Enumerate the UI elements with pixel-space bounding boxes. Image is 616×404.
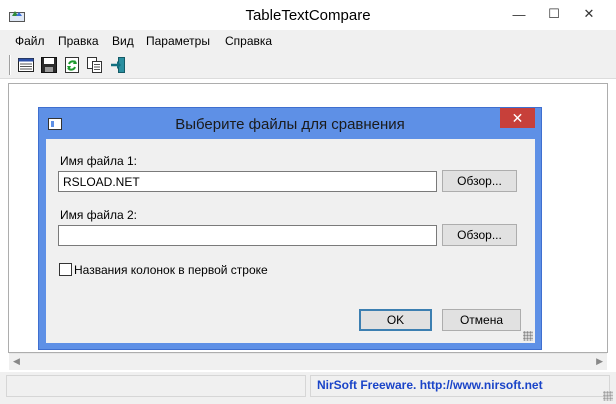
cancel-button[interactable]: Отмена — [442, 309, 521, 331]
dialog-resize-grip[interactable] — [523, 331, 533, 341]
scroll-right-icon[interactable]: ▶ — [596, 356, 603, 367]
select-files-dialog: Выберите файлы для сравнения ✕ Имя файла… — [38, 107, 542, 350]
copy-icon[interactable] — [86, 56, 104, 74]
toolbar-grip[interactable] — [9, 55, 11, 75]
file2-label: Имя файла 2: — [60, 208, 137, 222]
exit-icon[interactable] — [109, 56, 127, 74]
close-button[interactable]: ✕ — [572, 0, 606, 28]
maximize-button[interactable]: ☐ — [537, 0, 571, 28]
scroll-left-icon[interactable]: ◀ — [13, 356, 20, 367]
dialog-title: Выберите файлы для сравнения — [175, 116, 405, 133]
menu-options[interactable]: Параметры — [146, 34, 210, 48]
menu-edit[interactable]: Правка — [58, 34, 99, 48]
resize-grip[interactable] — [603, 391, 613, 401]
horizontal-scrollbar[interactable]: ◀ ▶ — [9, 353, 607, 370]
menu-file[interactable]: Файл — [15, 34, 45, 48]
nirsoft-link[interactable]: NirSoft Freeware. http://www.nirsoft.net — [317, 378, 543, 392]
file1-input[interactable] — [58, 171, 437, 192]
header-row-checkbox-label[interactable]: Названия колонок в первой строке — [74, 263, 268, 277]
dialog-close-button[interactable]: ✕ — [500, 108, 535, 128]
refresh-icon[interactable] — [63, 56, 81, 74]
header-row-checkbox[interactable] — [59, 263, 72, 276]
menu-view[interactable]: Вид — [112, 34, 134, 48]
file1-label: Имя файла 1: — [60, 154, 137, 168]
table-view-icon[interactable] — [17, 56, 35, 74]
status-bar: NirSoft Freeware. http://www.nirsoft.net — [0, 372, 616, 404]
minimize-button[interactable]: — — [502, 0, 536, 28]
menu-help[interactable]: Справка — [225, 34, 272, 48]
menu-bar: Файл Правка Вид Параметры Справка — [0, 31, 616, 51]
ok-button[interactable]: OK — [359, 309, 432, 331]
browse-file1-button[interactable]: Обзор... — [442, 170, 517, 192]
browse-file2-button[interactable]: Обзор... — [442, 224, 517, 246]
status-cell-left — [6, 375, 306, 397]
file2-input[interactable] — [58, 225, 437, 246]
window-titlebar[interactable]: TableTextCompare — ☐ ✕ — [0, 0, 616, 31]
save-icon[interactable] — [40, 56, 58, 74]
dialog-body: Имя файла 1: Обзор... Имя файла 2: Обзор… — [46, 139, 535, 343]
toolbar — [0, 51, 616, 79]
